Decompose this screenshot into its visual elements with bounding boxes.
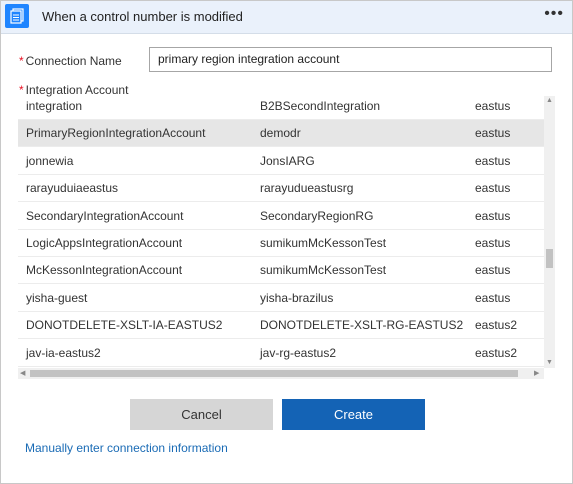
- create-button[interactable]: Create: [282, 399, 425, 430]
- location-cell: eastus: [475, 99, 511, 113]
- account-name-cell: McKessonIntegrationAccount: [26, 263, 183, 278]
- resource-group-cell: sumikumMcKessonTest: [260, 236, 387, 250]
- location-cell: eastus: [475, 236, 511, 250]
- connection-name-label-text: Connection Name: [25, 54, 122, 68]
- horizontal-scrollbar[interactable]: ◀ ▶: [18, 368, 544, 379]
- trigger-title: When a control number is modified: [42, 9, 243, 24]
- more-options-button[interactable]: •••: [544, 5, 564, 23]
- list-item[interactable]: SecondaryIntegrationAccount SecondaryRegi…: [18, 203, 544, 230]
- location-cell: eastus: [475, 263, 511, 278]
- connection-dialog: When a control number is modified ••• * C…: [0, 0, 573, 484]
- cancel-button[interactable]: Cancel: [130, 399, 273, 430]
- account-name-cell: SecondaryIntegrationAccount: [26, 208, 184, 223]
- location-cell: eastus: [475, 290, 511, 305]
- scroll-right-icon[interactable]: ▶: [534, 370, 539, 378]
- account-name-cell: rarayuduiaeastus: [26, 181, 119, 196]
- manual-connection-link[interactable]: Manually enter connection information: [25, 441, 228, 455]
- resource-group-cell: rarayudueastusrg: [260, 181, 354, 196]
- list-item[interactable]: McKessonIntegrationAccount sumikumMcKesso…: [18, 257, 544, 285]
- list-item[interactable]: jav-ia-eastus2 jav-rg-eastus2 eastus2: [18, 340, 544, 367]
- horizontal-scroll-thumb[interactable]: [30, 370, 518, 377]
- resource-group-cell: demodr: [260, 126, 301, 141]
- list-item[interactable]: DONOTDELETE-XSLT-IA-EASTUS2 DONOTDELETE-X…: [18, 312, 544, 340]
- list-item[interactable]: integration B2BSecondIntegration eastus: [18, 96, 544, 120]
- account-name-cell: PrimaryRegionIntegrationAccount: [26, 126, 206, 141]
- integration-account-icon: [5, 4, 29, 28]
- integration-account-list[interactable]: integration B2BSecondIntegration eastus Pri…: [18, 96, 555, 380]
- scroll-down-icon[interactable]: ▼: [546, 359, 553, 367]
- integration-account-label-text: Integration Account: [25, 83, 129, 97]
- location-cell: eastus: [475, 153, 511, 168]
- list-item[interactable]: LogicAppsIntegrationAccount sumikumMcKess…: [18, 230, 544, 257]
- list-item[interactable]: PrimaryRegionIntegrationAccount demodr eas…: [18, 120, 544, 148]
- scroll-up-icon[interactable]: ▲: [546, 97, 553, 105]
- connection-name-input[interactable]: primary region integration account: [149, 47, 552, 72]
- resource-group-cell: B2BSecondIntegration: [260, 99, 381, 113]
- account-name-cell: jonnewia: [26, 153, 74, 168]
- vertical-scroll-thumb[interactable]: [546, 249, 553, 268]
- resource-group-cell: sumikumMcKessonTest: [260, 263, 387, 278]
- location-cell: eastus: [475, 126, 511, 141]
- trigger-header[interactable]: When a control number is modified •••: [1, 1, 572, 34]
- required-marker: *: [19, 54, 24, 68]
- list-item[interactable]: rarayuduiaeastus rarayudueastusrg eastus: [18, 175, 544, 203]
- account-name-cell: yisha-guest: [26, 290, 88, 305]
- list-item[interactable]: jonnewia JonsIARG eastus: [18, 148, 544, 175]
- location-cell: eastus: [475, 181, 511, 196]
- integration-account-label: * Integration Account: [19, 83, 128, 97]
- resource-group-cell: DONOTDELETE-XSLT-RG-EASTUS2: [260, 318, 464, 333]
- vertical-scrollbar[interactable]: ▲ ▼: [544, 96, 555, 368]
- account-name-cell: integration: [26, 99, 83, 113]
- account-name-cell: LogicAppsIntegrationAccount: [26, 236, 183, 250]
- scroll-left-icon[interactable]: ◀: [20, 370, 25, 378]
- account-name-cell: DONOTDELETE-XSLT-IA-EASTUS2: [26, 318, 223, 333]
- resource-group-cell: SecondaryRegionRG: [260, 208, 374, 223]
- account-name-cell: jav-ia-eastus2: [26, 345, 101, 360]
- connection-name-label: * Connection Name: [19, 54, 122, 68]
- resource-group-cell: JonsIARG: [260, 153, 315, 168]
- resource-group-cell: yisha-brazilus: [260, 290, 334, 305]
- required-marker: *: [19, 83, 24, 97]
- list-item[interactable]: yisha-guest yisha-brazilus eastus: [18, 285, 544, 312]
- location-cell: eastus: [475, 208, 511, 223]
- resource-group-cell: jav-rg-eastus2: [260, 345, 337, 360]
- location-cell: eastus2: [475, 318, 518, 333]
- location-cell: eastus2: [475, 345, 518, 360]
